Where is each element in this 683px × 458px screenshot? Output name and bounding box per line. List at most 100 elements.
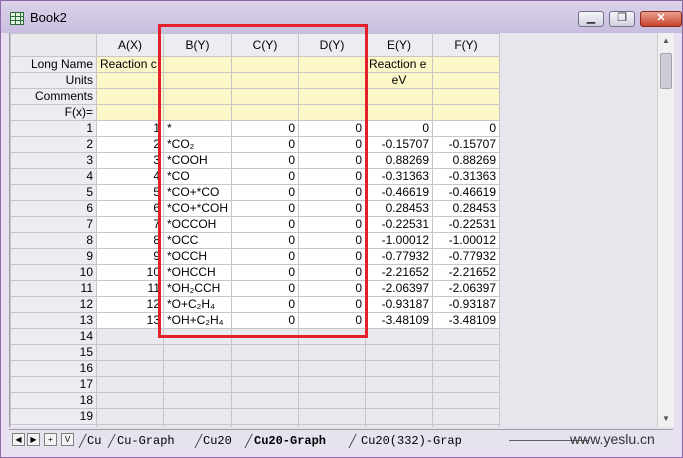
vertical-scrollbar[interactable]: ▲ ▼	[657, 33, 674, 427]
cell-b[interactable]: *OCCH	[162, 248, 233, 265]
cell-b[interactable]: *O+C₂H₄	[162, 296, 233, 313]
empty-cell[interactable]	[96, 424, 164, 427]
cell-d[interactable]: 0	[298, 168, 367, 185]
empty-cell[interactable]	[432, 344, 501, 361]
scroll-thumb[interactable]	[660, 53, 672, 89]
comments-cell-a[interactable]	[96, 88, 164, 105]
table-row[interactable]: 5 5 *CO+*CO 0 0 -0.46619 -0.46619	[10, 184, 501, 201]
empty-cell[interactable]	[432, 408, 501, 425]
title-bar[interactable]: Book2 ▁ ❐ ✕	[1, 1, 682, 33]
row-number[interactable]: 2	[10, 136, 97, 153]
empty-cell[interactable]	[298, 408, 367, 425]
cell-f[interactable]: -0.22531	[432, 216, 501, 233]
table-row[interactable]: 20	[10, 424, 501, 427]
cell-c[interactable]: 0	[231, 248, 300, 265]
long-name-cell-f[interactable]	[432, 56, 501, 73]
row-number[interactable]: 14	[10, 328, 97, 345]
cell-e[interactable]: -0.93187	[365, 296, 434, 313]
cell-f[interactable]: -3.48109	[432, 312, 501, 329]
empty-cell[interactable]	[231, 424, 300, 427]
table-row[interactable]: 14	[10, 328, 501, 345]
empty-cell[interactable]	[365, 424, 434, 427]
comments-cell-d[interactable]	[298, 88, 367, 105]
cell-c[interactable]: 0	[231, 120, 300, 137]
row-number[interactable]: 1	[10, 120, 97, 137]
cell-b[interactable]: *OH₂CCH	[162, 280, 233, 297]
empty-cell[interactable]	[365, 360, 434, 377]
empty-cell[interactable]	[298, 424, 367, 427]
cell-a[interactable]: 7	[96, 216, 164, 233]
cell-c[interactable]: 0	[231, 280, 300, 297]
sheet-tab-cu20[interactable]: Cu20	[203, 432, 232, 450]
empty-cell[interactable]	[298, 328, 367, 345]
cell-a[interactable]: 12	[96, 296, 164, 313]
cell-b[interactable]: *CO+*COH	[162, 200, 233, 217]
comments-cell-e[interactable]	[365, 88, 434, 105]
empty-cell[interactable]	[162, 360, 233, 377]
empty-cell[interactable]	[96, 408, 164, 425]
table-row[interactable]: 8 8 *OCC 0 0 -1.00012 -1.00012	[10, 232, 501, 249]
corner-cell[interactable]	[10, 33, 97, 57]
cell-c[interactable]: 0	[231, 200, 300, 217]
empty-cell[interactable]	[162, 392, 233, 409]
cell-e[interactable]: -1.00012	[365, 232, 434, 249]
comments-cell-b[interactable]	[162, 88, 233, 105]
cell-f[interactable]: -0.93187	[432, 296, 501, 313]
cell-d[interactable]: 0	[298, 200, 367, 217]
row-number[interactable]: 13	[10, 312, 97, 329]
table-row[interactable]: 11 11 *OH₂CCH 0 0 -2.06397 -2.06397	[10, 280, 501, 297]
empty-cell[interactable]	[298, 376, 367, 393]
cell-e[interactable]: 0.28453	[365, 200, 434, 217]
comments-cell-f[interactable]	[432, 88, 501, 105]
empty-cell[interactable]	[96, 344, 164, 361]
cell-b[interactable]: *OH+C₂H₄	[162, 312, 233, 329]
scroll-down-icon[interactable]: ▼	[658, 411, 674, 427]
cell-d[interactable]: 0	[298, 216, 367, 233]
cell-d[interactable]: 0	[298, 296, 367, 313]
cell-d[interactable]: 0	[298, 136, 367, 153]
empty-cell[interactable]	[231, 408, 300, 425]
cell-a[interactable]: 9	[96, 248, 164, 265]
sheet-tab-cu20-graph[interactable]: Cu20-Graph	[254, 432, 326, 450]
units-cell-b[interactable]	[162, 72, 233, 89]
row-number[interactable]: 8	[10, 232, 97, 249]
empty-cell[interactable]	[162, 408, 233, 425]
row-number[interactable]: 15	[10, 344, 97, 361]
empty-cell[interactable]	[96, 392, 164, 409]
empty-cell[interactable]	[162, 344, 233, 361]
cell-d[interactable]: 0	[298, 312, 367, 329]
tab-nav-right-icon[interactable]: ▶	[27, 433, 40, 446]
cell-e[interactable]: 0	[365, 120, 434, 137]
long-name-cell-b[interactable]	[162, 56, 233, 73]
cell-e[interactable]: -0.15707	[365, 136, 434, 153]
sheet-tab-cu[interactable]: Cu	[87, 432, 101, 450]
cell-b[interactable]: *OCCOH	[162, 216, 233, 233]
add-sheet-button[interactable]: +	[44, 433, 57, 446]
table-row[interactable]: 19	[10, 408, 501, 425]
cell-f[interactable]: 0	[432, 120, 501, 137]
row-number[interactable]: 5	[10, 184, 97, 201]
cell-c[interactable]: 0	[231, 264, 300, 281]
formula-cell-f[interactable]	[432, 104, 501, 121]
row-number[interactable]: 16	[10, 360, 97, 377]
cell-d[interactable]: 0	[298, 248, 367, 265]
row-number[interactable]: 10	[10, 264, 97, 281]
worksheet-table[interactable]: A(X) B(Y) C(Y) D(Y) E(Y) F(Y) Long Name …	[10, 33, 501, 427]
empty-cell[interactable]	[365, 344, 434, 361]
column-header-a[interactable]: A(X)	[96, 33, 164, 57]
close-button[interactable]: ✕	[640, 11, 682, 27]
cell-d[interactable]: 0	[298, 264, 367, 281]
formula-cell-d[interactable]	[298, 104, 367, 121]
cell-c[interactable]: 0	[231, 184, 300, 201]
empty-cell[interactable]	[162, 376, 233, 393]
table-row[interactable]: 15	[10, 344, 501, 361]
long-name-label[interactable]: Long Name	[10, 56, 97, 73]
cell-e[interactable]: -2.21652	[365, 264, 434, 281]
table-row[interactable]: 18	[10, 392, 501, 409]
column-header-c[interactable]: C(Y)	[231, 33, 300, 57]
cell-c[interactable]: 0	[231, 312, 300, 329]
cell-c[interactable]: 0	[231, 152, 300, 169]
empty-cell[interactable]	[162, 328, 233, 345]
cell-e[interactable]: -0.22531	[365, 216, 434, 233]
empty-cell[interactable]	[231, 360, 300, 377]
